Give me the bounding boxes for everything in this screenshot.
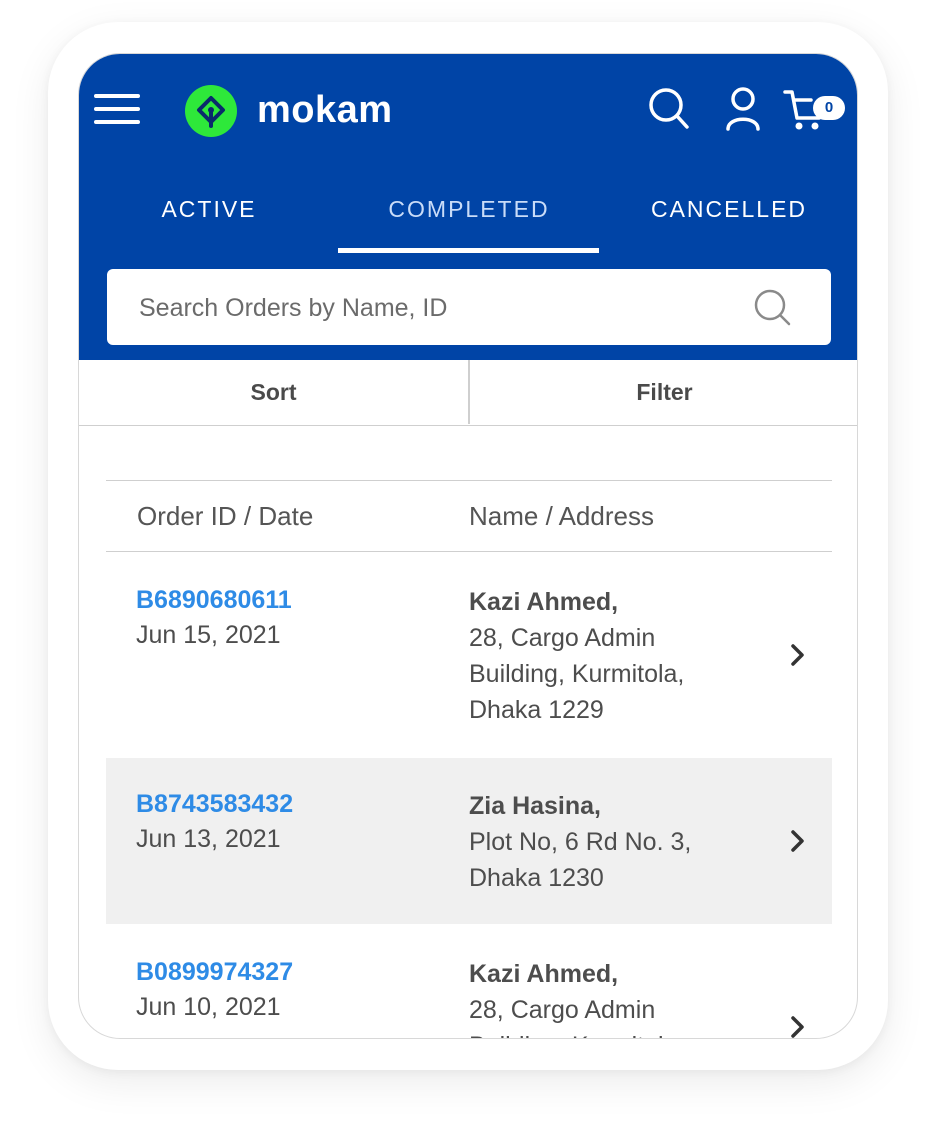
address-line: 28, Cargo Admin <box>469 624 656 652</box>
search-icon[interactable] <box>647 86 691 132</box>
customer-name: Kazi Ahmed, <box>469 960 619 988</box>
address-line: Building, Kurmitola, <box>469 660 685 688</box>
tab-completed[interactable]: COMPLETED <box>339 192 599 226</box>
customer-name: Zia Hasina, <box>469 792 601 820</box>
column-header-order-id-date: Order ID / Date <box>137 501 314 531</box>
address-line: 28, Cargo Admin <box>469 996 656 1024</box>
order-row[interactable]: B6890680611 Jun 15, 2021 Kazi Ahmed, 28,… <box>106 554 832 758</box>
chevron-right-icon[interactable] <box>786 828 808 854</box>
chevron-right-icon[interactable] <box>786 1014 808 1038</box>
orders-table-header: Order ID / Date Name / Address <box>106 480 832 552</box>
address-line: Plot No, 6 Rd No. 3, <box>469 828 692 856</box>
order-date: Jun 10, 2021 <box>136 993 281 1021</box>
user-account-icon[interactable] <box>725 86 761 132</box>
order-id-link[interactable]: B8743583432 <box>136 786 293 822</box>
address-line: Dhaka 1229 <box>469 696 604 724</box>
sort-button[interactable]: Sort <box>79 360 468 424</box>
order-date: Jun 13, 2021 <box>136 825 281 853</box>
order-date: Jun 15, 2021 <box>136 621 281 649</box>
chevron-right-icon[interactable] <box>786 642 808 668</box>
column-header-name-address: Name / Address <box>469 501 654 531</box>
tab-cancelled[interactable]: CANCELLED <box>599 192 857 226</box>
address-line: Dhaka 1230 <box>469 864 604 892</box>
address-line: Building, Kurmitola, <box>469 1028 684 1038</box>
app-screen: mokam 0 ACTIVE COMPLETED CANCELLED Searc… <box>78 53 858 1039</box>
order-row[interactable]: B8743583432 Jun 13, 2021 Zia Hasina, Plo… <box>106 758 832 924</box>
order-row[interactable]: B0899974327 Jun 10, 2021 Kazi Ahmed, 28,… <box>106 924 832 1038</box>
order-id-link[interactable]: B0899974327 <box>136 954 293 990</box>
customer-name: Kazi Ahmed, <box>469 588 619 616</box>
brand-logo-text: mokam <box>257 89 393 131</box>
mokam-logo-icon <box>185 85 237 137</box>
active-tab-indicator <box>338 248 599 253</box>
order-search-input[interactable] <box>137 269 741 347</box>
cart-count-badge: 0 <box>813 96 845 120</box>
search-submit-icon[interactable] <box>752 287 794 329</box>
order-search-box <box>107 269 831 347</box>
filter-button[interactable]: Filter <box>470 360 857 424</box>
tab-active[interactable]: ACTIVE <box>79 192 339 226</box>
app-header: mokam 0 ACTIVE COMPLETED CANCELLED Searc… <box>79 54 857 360</box>
order-id-link[interactable]: B6890680611 <box>136 582 292 618</box>
hamburger-menu-icon[interactable] <box>94 92 140 126</box>
sort-filter-bar: Sort Filter <box>79 360 857 426</box>
